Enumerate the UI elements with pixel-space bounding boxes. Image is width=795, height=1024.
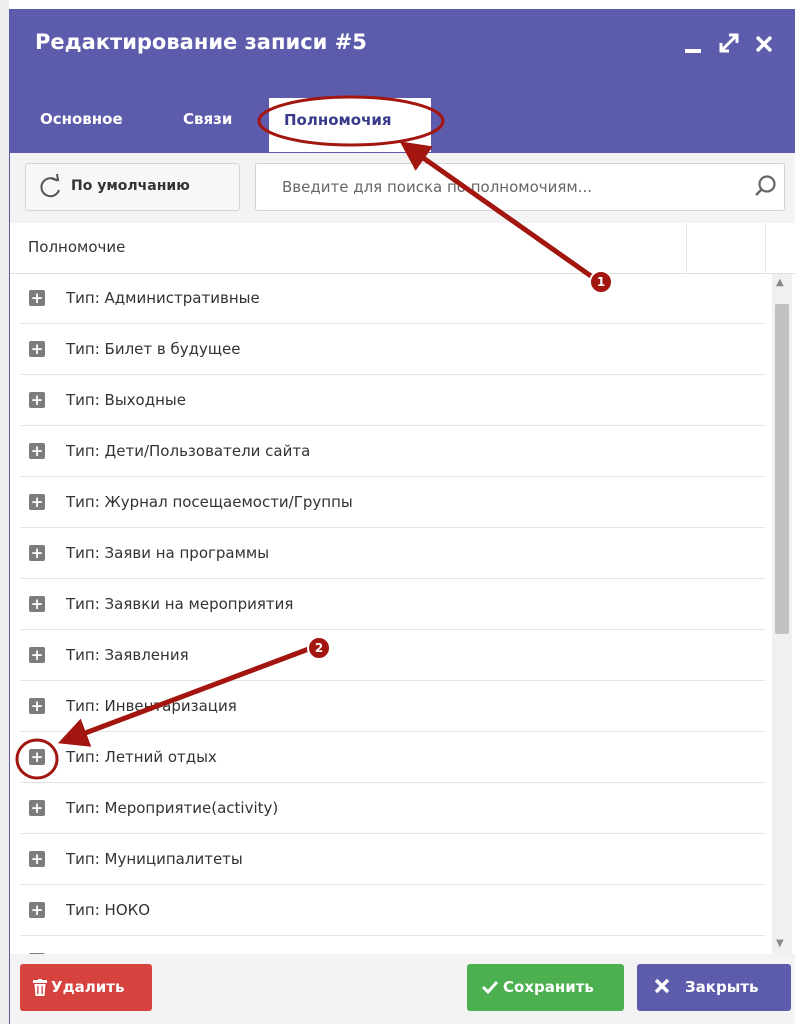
annotation-arrow-2 [57,644,315,747]
annotation-circle-tab [257,95,445,147]
annotation-circle-expand [15,738,59,780]
annotation-arrow-1 [399,141,600,284]
annotation-badge-2: 2 [307,636,331,660]
annotation-badge-1: 1 [589,270,613,294]
annotation-overlay [15,95,600,780]
